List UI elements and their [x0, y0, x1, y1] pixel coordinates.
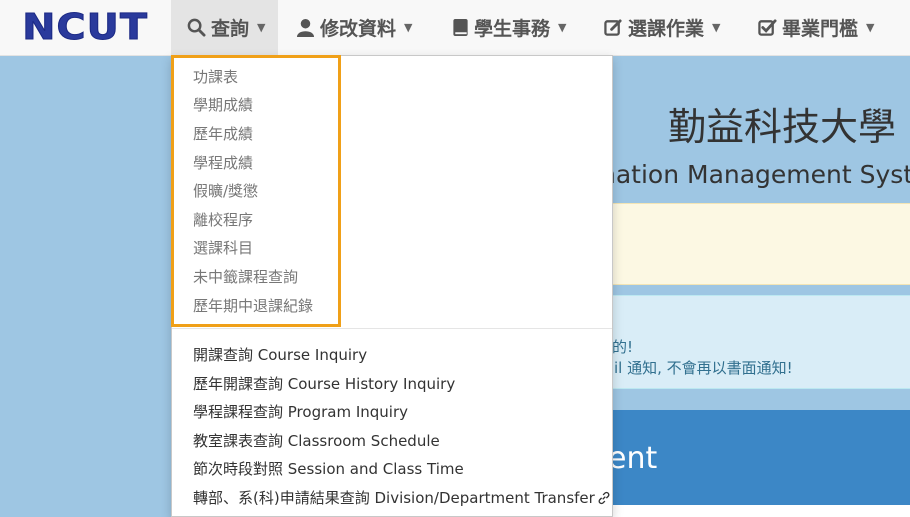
menu-divider [172, 328, 612, 329]
edit-icon [604, 19, 622, 36]
menu-item-leaving-procedure[interactable]: 離校程序 [193, 209, 253, 230]
menu-item-absence-rewards[interactable]: 假曠/獎懲 [193, 180, 258, 201]
menu-item-transfer-results[interactable]: 轉部、系(科)申請結果查詢 Division/Department Transf… [193, 487, 611, 508]
check-square-icon [758, 19, 777, 36]
menu-item-course-inquiry[interactable]: 開課查詢 Course Inquiry [193, 344, 367, 365]
logo-text: NCUT [22, 7, 149, 49]
top-navbar: NCUT 查詢 ▼ 修改資料 ▼ 學生事務 ▼ 選課作業 ▼ 畢業門檻 ▼ [0, 0, 910, 56]
nav-graduation-menu[interactable]: 畢業門檻 ▼ [758, 0, 874, 55]
info-text-line2: il 通知, 不會再以書面通知! [614, 359, 793, 377]
search-icon [187, 18, 206, 37]
menu-item-program-inquiry[interactable]: 學程課程查詢 Program Inquiry [193, 401, 408, 422]
menu-item-classroom-schedule[interactable]: 教室課表查詢 Classroom Schedule [193, 430, 440, 451]
nav-query-label: 查詢 [211, 18, 250, 40]
menu-item-unselected-courses[interactable]: 未中籤課程查詢 [193, 266, 298, 287]
user-icon [296, 18, 315, 37]
menu-item-transfer-results-label: 轉部、系(科)申請結果查詢 Division/Department Transf… [193, 489, 595, 507]
nav-graduation-label: 畢業門檻 [782, 18, 859, 40]
announcement-banner-text: ent [608, 441, 658, 476]
nav-query-menu[interactable]: 查詢 ▼ [171, 0, 278, 55]
warning-panel [600, 203, 910, 285]
nav-student-affairs-menu[interactable]: 學生事務 ▼ [452, 0, 566, 55]
nav-edit-profile-label: 修改資料 [320, 18, 397, 40]
menu-item-session-class-time[interactable]: 節次時段對照 Session and Class Time [193, 458, 464, 479]
page-title-en: nation Management Syste [600, 160, 910, 189]
nav-course-selection-menu[interactable]: 選課作業 ▼ [604, 0, 720, 55]
nav-edit-profile-menu[interactable]: 修改資料 ▼ [296, 0, 412, 55]
menu-item-course-history-inquiry[interactable]: 歷年開課查詢 Course History Inquiry [193, 373, 455, 394]
caret-down-icon: ▼ [404, 21, 413, 34]
menu-item-timetable[interactable]: 功課表 [193, 66, 238, 87]
menu-item-selected-courses[interactable]: 選課科目 [193, 237, 253, 258]
nav-course-selection-label: 選課作業 [628, 18, 705, 40]
menu-item-withdrawal-records[interactable]: 歷年期中退課紀錄 [193, 295, 313, 316]
book-icon [453, 18, 468, 37]
menu-item-semester-grades[interactable]: 學期成績 [193, 94, 253, 115]
nav-student-affairs-label: 學生事務 [474, 18, 551, 40]
info-text-line1: 的! [612, 338, 634, 356]
content-strip [600, 505, 910, 517]
external-link-icon [598, 491, 610, 505]
caret-down-icon: ▼ [558, 21, 567, 34]
caret-down-icon: ▼ [257, 21, 266, 34]
menu-item-program-grades[interactable]: 學程成績 [193, 152, 253, 173]
caret-down-icon: ▼ [866, 21, 875, 34]
ncut-logo[interactable]: NCUT [0, 0, 171, 55]
menu-item-all-grades[interactable]: 歷年成績 [193, 123, 253, 144]
caret-down-icon: ▼ [712, 21, 721, 34]
page-title-cn: 勤益科技大學 [668, 105, 897, 149]
